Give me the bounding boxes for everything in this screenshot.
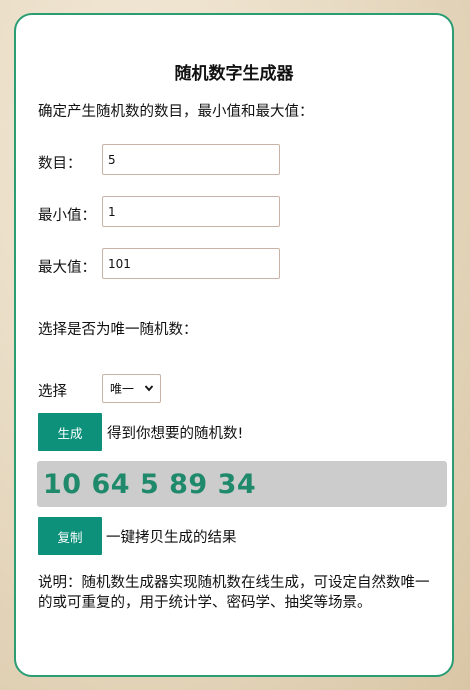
count-label: 数目： [38, 156, 82, 172]
generator-card: 随机数字生成器 确定产生随机数的数目，最小值和最大值： 数目： 最小值： 最大值… [14, 13, 454, 677]
page-title: 随机数字生成器 [174, 64, 294, 84]
copy-hint: 一键拷贝生成的结果 [106, 530, 237, 546]
unique-select-value: 唯一 [110, 382, 135, 396]
result-numbers: 10 64 5 89 34 [43, 468, 257, 500]
copy-button[interactable]: 复制 [38, 517, 102, 555]
result-display: 10 64 5 89 34 [37, 461, 447, 507]
description-text: 说明：随机数生成器实现随机数在线生成，可设定自然数唯一的或可重复的，用于统计学、… [38, 575, 430, 611]
generate-button[interactable]: 生成 [38, 413, 102, 451]
instructions-text: 确定产生随机数的数目，最小值和最大值： [38, 104, 314, 120]
min-label: 最小值： [38, 208, 96, 224]
choice-label: 选择 [38, 384, 67, 400]
max-input[interactable] [102, 248, 280, 279]
unique-prompt: 选择是否为唯一随机数： [38, 322, 198, 338]
generate-hint: 得到你想要的随机数! [107, 426, 244, 442]
min-input[interactable] [102, 196, 280, 227]
count-input[interactable] [102, 144, 280, 175]
unique-select[interactable]: 唯一 [102, 374, 161, 403]
chevron-down-icon [144, 385, 154, 392]
max-label: 最大值： [38, 260, 96, 276]
